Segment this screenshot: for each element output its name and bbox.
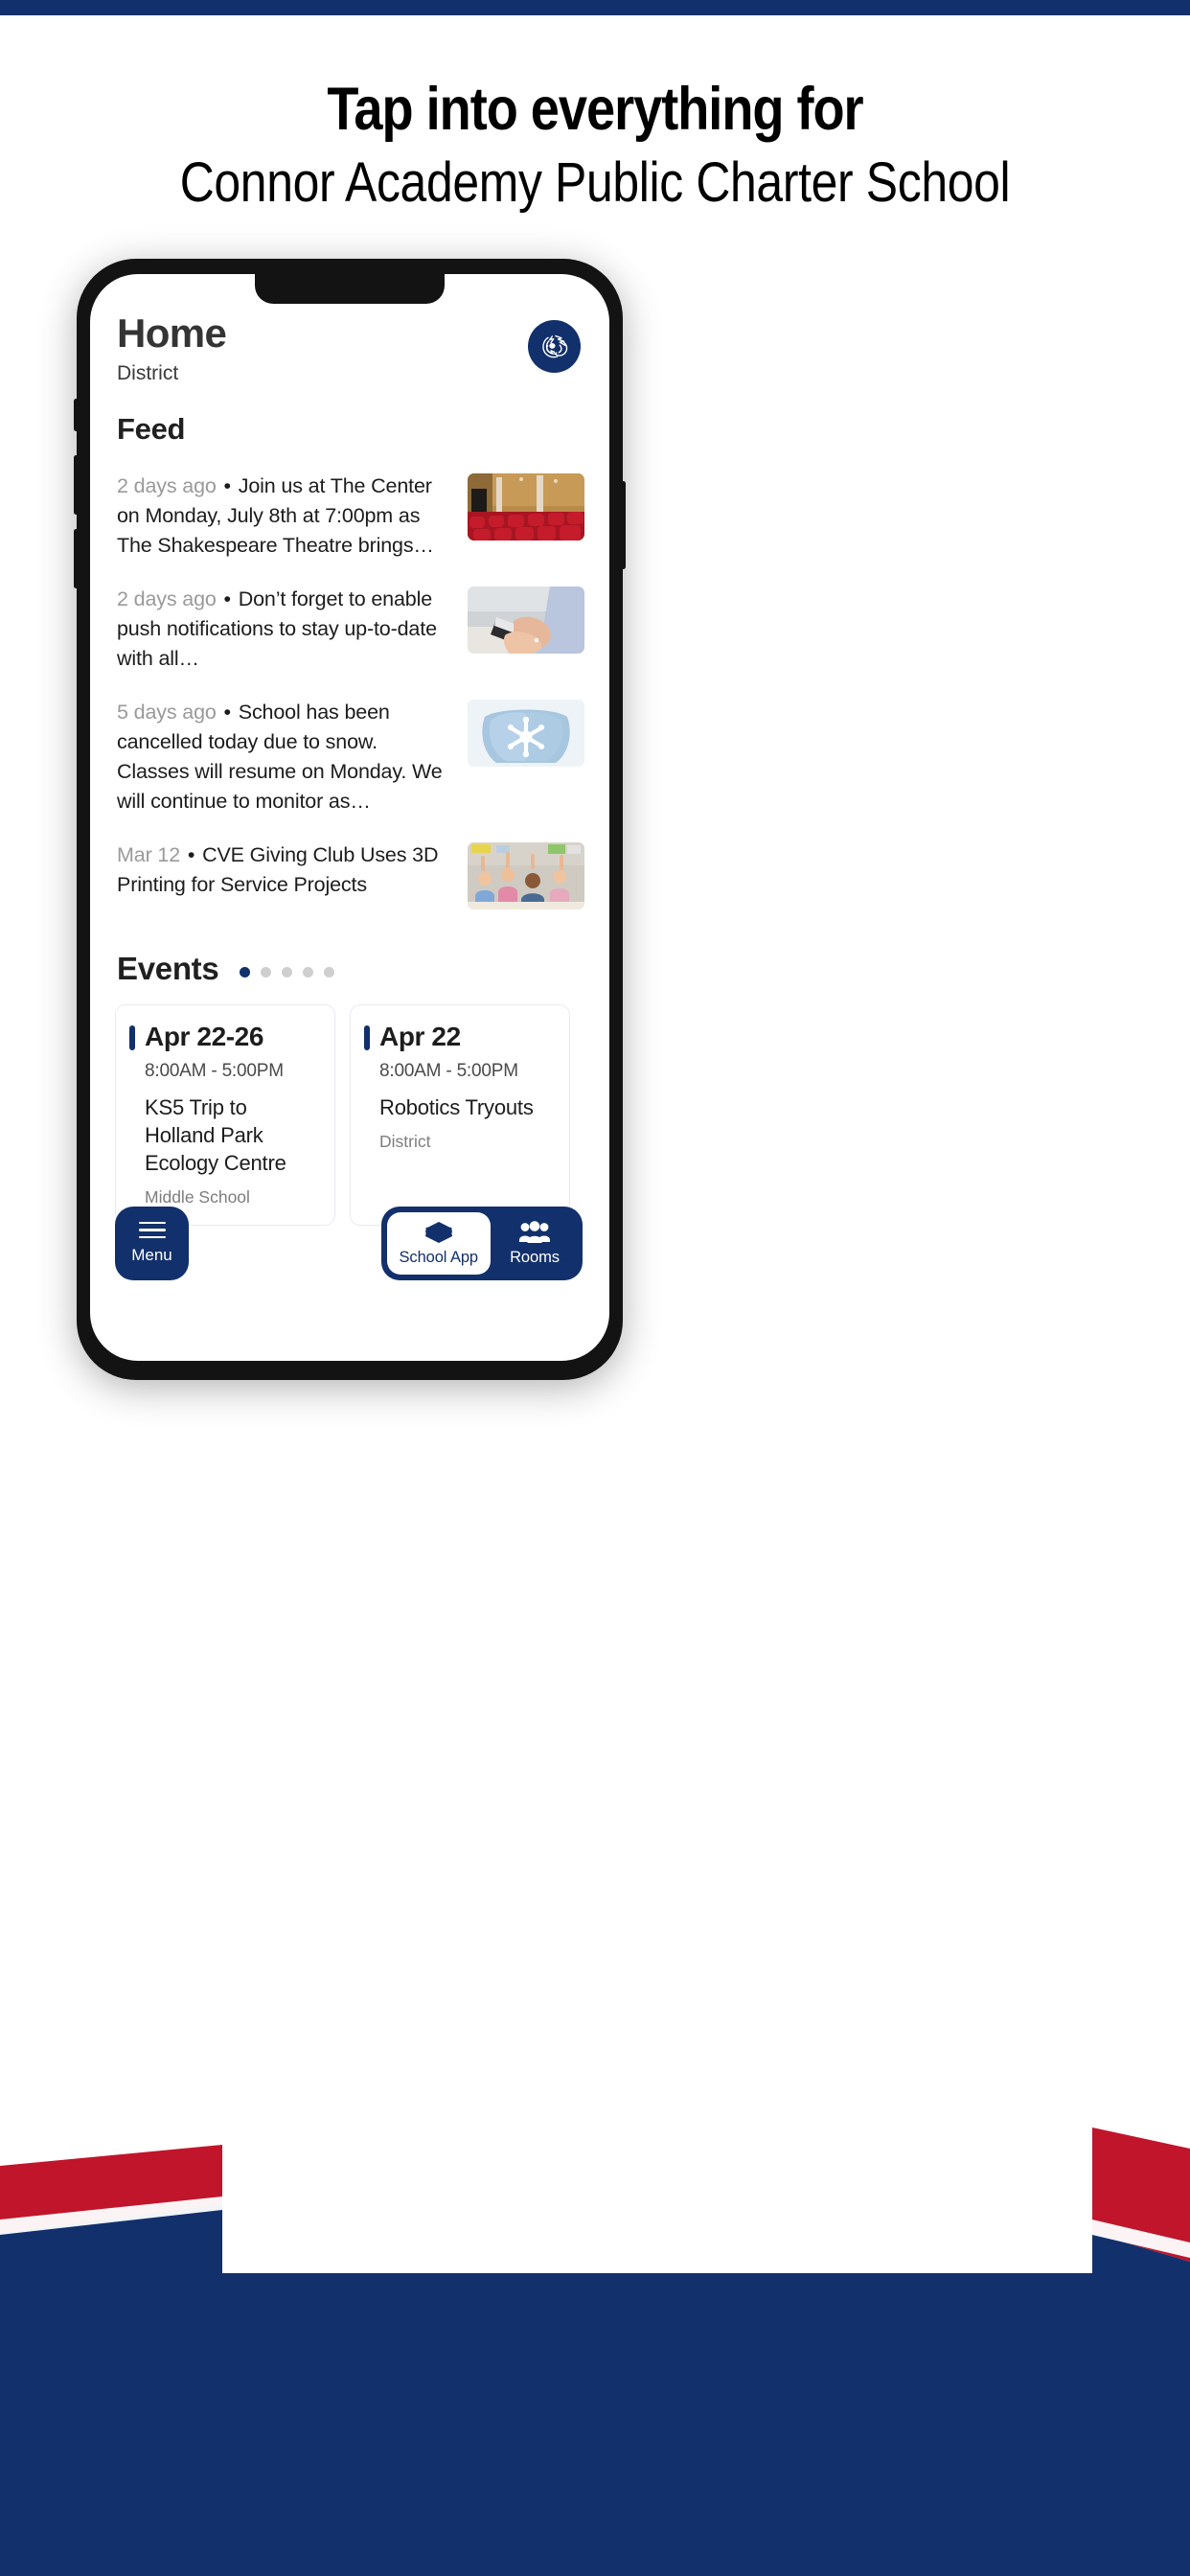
feed-item-separator: • — [223, 474, 232, 498]
feed-item-separator: • — [223, 586, 232, 610]
tab-rooms[interactable]: Rooms — [492, 1212, 577, 1275]
hero-line-2: Connor Academy Public Charter School — [179, 151, 1011, 215]
pagination-dot-5[interactable] — [324, 966, 335, 978]
list-item[interactable]: 2 days ago • Join us at The Center on Mo… — [117, 460, 584, 573]
feed-item-separator: • — [223, 700, 232, 724]
hero-headline: Tap into everything for Connor Academy P… — [0, 76, 1190, 217]
list-item[interactable]: 5 days ago • School has been cancelled t… — [117, 686, 584, 829]
event-date-row: Apr 22 — [364, 1022, 554, 1052]
phone-screen: Home District Feed 2 days ago • Join us … — [90, 274, 609, 1361]
classroom-students-photo — [468, 841, 584, 909]
feed-item-time: 2 days ago — [117, 474, 217, 498]
phone-mockup: Home District Feed 2 days ago • Join us … — [74, 259, 626, 1380]
tab-rooms-label: Rooms — [510, 1248, 560, 1266]
phone-volume-up-button — [74, 455, 79, 515]
event-organization: District — [379, 1131, 431, 1151]
pagination-dot-4[interactable] — [303, 966, 314, 978]
event-accent-bar — [129, 1024, 135, 1050]
feed-item-time: 2 days ago — [117, 586, 217, 610]
bottom-navigation: Menu School App Rooms — [90, 1207, 609, 1280]
feed-item-separator: • — [187, 842, 195, 866]
feed-item-text: 2 days ago • Join us at The Center on Mo… — [117, 472, 452, 561]
app-header-titles: Home District — [117, 310, 227, 385]
hamburger-icon — [138, 1221, 166, 1239]
school-app: Home District Feed 2 days ago • Join us … — [90, 274, 609, 1361]
snowflake-in-mittens-photo — [468, 699, 584, 767]
event-date: Apr 22 — [379, 1021, 461, 1051]
phone-volume-down-button — [74, 529, 79, 588]
feed-list: 2 days ago • Join us at The Center on Mo… — [90, 460, 609, 922]
menu-button[interactable]: Menu — [115, 1207, 189, 1280]
menu-button-label: Menu — [131, 1246, 172, 1265]
events-header: Events — [90, 951, 609, 987]
event-name: Robotics Tryouts — [379, 1094, 534, 1119]
event-time: 8:00AM - 5:00PM — [145, 1060, 284, 1081]
list-item[interactable]: 2 days ago • Don’t forget to enable push… — [117, 573, 584, 686]
pagination-dot-1[interactable] — [240, 966, 251, 978]
hero-line-1: Tap into everything for — [327, 76, 863, 143]
event-card[interactable]: Apr 22 8:00AM - 5:00PM Robotics Tryouts … — [350, 1003, 570, 1226]
feed-item-text: 2 days ago • Don’t forget to enable push… — [117, 585, 452, 674]
pagination-dot-3[interactable] — [282, 966, 293, 978]
layers-icon — [424, 1221, 453, 1244]
feed-item-time: Mar 12 — [117, 842, 181, 866]
feed-section-title: Feed — [117, 412, 186, 447]
event-card[interactable]: Apr 22-26 8:00AM - 5:00PM KS5 Trip to Ho… — [115, 1003, 335, 1226]
events-section-title: Events — [117, 950, 219, 986]
event-organization: Middle School — [145, 1186, 250, 1207]
event-name: KS5 Trip to Holland Park Ecology Centre — [145, 1094, 286, 1175]
event-accent-bar — [364, 1024, 370, 1050]
events-pagination-dots[interactable] — [240, 966, 335, 978]
people-group-icon — [518, 1220, 551, 1244]
feed-item-time: 5 days ago — [117, 700, 217, 724]
events-carousel[interactable]: Apr 22-26 8:00AM - 5:00PM KS5 Trip to Ho… — [90, 1003, 609, 1226]
event-date-row: Apr 22-26 — [129, 1022, 319, 1052]
event-date: Apr 22-26 — [145, 1021, 264, 1051]
list-item[interactable]: Mar 12 • CVE Giving Club Uses 3D Printin… — [117, 829, 584, 922]
app-mode-toggle[interactable]: School App Rooms — [380, 1207, 583, 1280]
mustang-horse-logo-icon[interactable] — [528, 320, 581, 373]
phone-power-button — [621, 481, 626, 569]
theater-red-seats-photo — [468, 473, 584, 541]
page-title: Home — [117, 310, 227, 356]
tab-school-app-label: School App — [399, 1248, 479, 1266]
hands-holding-phone-photo — [468, 586, 584, 654]
feed-item-text: 5 days ago • School has been cancelled t… — [117, 698, 452, 816]
phone-notch — [255, 274, 445, 304]
feed-item-text: Mar 12 • CVE Giving Club Uses 3D Printin… — [117, 840, 452, 900]
page-subtitle: District — [117, 362, 179, 385]
pagination-dot-2[interactable] — [261, 966, 272, 978]
phone-silent-switch — [74, 399, 79, 431]
event-time: 8:00AM - 5:00PM — [379, 1060, 518, 1081]
tab-school-app[interactable]: School App — [386, 1212, 491, 1275]
